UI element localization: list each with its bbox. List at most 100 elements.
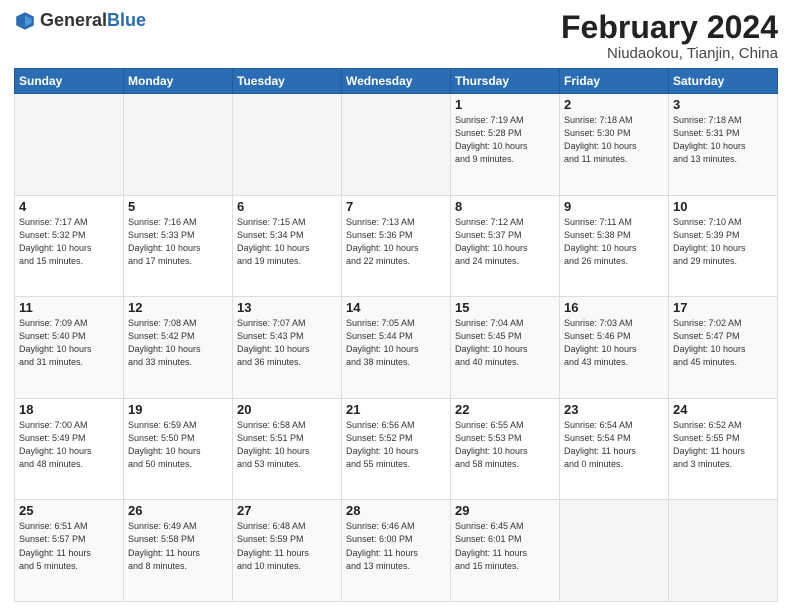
calendar-day: 22 Sunrise: 6:55 AM Sunset: 5:53 PM Dayli… [451,398,560,500]
month-title: February 2024 [561,10,778,45]
day-info: Sunrise: 7:11 AM Sunset: 5:38 PM Dayligh… [564,216,664,268]
calendar-day: 11Sunrise: 7:09 AM Sunset: 5:40 PM Dayli… [15,297,124,399]
calendar-day: 19 Sunrise: 6:59 AM Sunset: 5:50 PM Dayli… [124,398,233,500]
day-number: 21 [346,402,446,417]
calendar-day: 24 Sunrise: 6:52 AM Sunset: 5:55 PM Dayli… [669,398,778,500]
day-number: 13 [237,300,337,315]
day-info: Sunrise: 7:18 AM Sunset: 5:30 PM Dayligh… [564,114,664,166]
calendar-day: 18Sunrise: 7:00 AM Sunset: 5:49 PM Dayli… [15,398,124,500]
day-info: Sunrise: 6:56 AM Sunset: 5:52 PM Dayligh… [346,419,446,471]
day-info: Sunrise: 7:17 AM Sunset: 5:32 PM Dayligh… [19,216,119,268]
calendar-day: 25 Sunrise: 6:51 AM Sunset: 5:57 PM Dayli… [15,500,124,602]
day-number: 6 [237,199,337,214]
day-number: 1 [455,97,555,112]
day-header: Saturday [669,69,778,94]
calendar-week-row: 11Sunrise: 7:09 AM Sunset: 5:40 PM Dayli… [15,297,778,399]
day-info: Sunrise: 7:19 AM Sunset: 5:28 PM Dayligh… [455,114,555,166]
calendar-day: 9 Sunrise: 7:11 AM Sunset: 5:38 PM Daylig… [560,195,669,297]
calendar-day: 3Sunrise: 7:18 AM Sunset: 5:31 PM Daylig… [669,94,778,196]
calendar-day: 27Sunrise: 6:48 AM Sunset: 5:59 PM Dayli… [233,500,342,602]
logo-icon [14,10,36,32]
calendar-day: 15 Sunrise: 7:04 AM Sunset: 5:45 PM Dayli… [451,297,560,399]
day-info: Sunrise: 7:13 AM Sunset: 5:36 PM Dayligh… [346,216,446,268]
calendar-day-empty [560,500,669,602]
day-number: 15 [455,300,555,315]
calendar-day: 10 Sunrise: 7:10 AM Sunset: 5:39 PM Dayli… [669,195,778,297]
calendar-day: 8Sunrise: 7:12 AM Sunset: 5:37 PM Daylig… [451,195,560,297]
calendar-week-row: 18Sunrise: 7:00 AM Sunset: 5:49 PM Dayli… [15,398,778,500]
day-header: Friday [560,69,669,94]
calendar-day: 5 Sunrise: 7:16 AM Sunset: 5:33 PM Daylig… [124,195,233,297]
day-number: 9 [564,199,664,214]
day-header: Monday [124,69,233,94]
day-number: 20 [237,402,337,417]
day-number: 24 [673,402,773,417]
day-info: Sunrise: 6:48 AM Sunset: 5:59 PM Dayligh… [237,520,337,572]
day-number: 7 [346,199,446,214]
day-info: Sunrise: 7:04 AM Sunset: 5:45 PM Dayligh… [455,317,555,369]
calendar-day: 21 Sunrise: 6:56 AM Sunset: 5:52 PM Dayli… [342,398,451,500]
day-info: Sunrise: 6:52 AM Sunset: 5:55 PM Dayligh… [673,419,773,471]
calendar-day-empty [233,94,342,196]
day-header: Tuesday [233,69,342,94]
day-number: 18 [19,402,119,417]
day-number: 12 [128,300,228,315]
logo: GeneralBlue [14,10,146,32]
day-number: 28 [346,503,446,518]
calendar-header-row: SundayMondayTuesdayWednesdayThursdayFrid… [15,69,778,94]
day-info: Sunrise: 7:07 AM Sunset: 5:43 PM Dayligh… [237,317,337,369]
calendar-day: 23Sunrise: 6:54 AM Sunset: 5:54 PM Dayli… [560,398,669,500]
logo-text: GeneralBlue [40,11,146,31]
day-number: 14 [346,300,446,315]
calendar-week-row: 25 Sunrise: 6:51 AM Sunset: 5:57 PM Dayli… [15,500,778,602]
day-number: 25 [19,503,119,518]
day-number: 11 [19,300,119,315]
day-number: 2 [564,97,664,112]
day-info: Sunrise: 7:05 AM Sunset: 5:44 PM Dayligh… [346,317,446,369]
day-header: Sunday [15,69,124,94]
calendar-day: 14 Sunrise: 7:05 AM Sunset: 5:44 PM Dayli… [342,297,451,399]
calendar-day: 16 Sunrise: 7:03 AM Sunset: 5:46 PM Dayli… [560,297,669,399]
calendar-day: 4 Sunrise: 7:17 AM Sunset: 5:32 PM Daylig… [15,195,124,297]
page: GeneralBlue February 2024 Niudaokou, Tia… [0,0,792,612]
calendar-day: 26 Sunrise: 6:49 AM Sunset: 5:58 PM Dayli… [124,500,233,602]
day-info: Sunrise: 7:03 AM Sunset: 5:46 PM Dayligh… [564,317,664,369]
day-number: 4 [19,199,119,214]
day-info: Sunrise: 6:54 AM Sunset: 5:54 PM Dayligh… [564,419,664,471]
day-number: 16 [564,300,664,315]
calendar-day-empty [669,500,778,602]
calendar-day: 2 Sunrise: 7:18 AM Sunset: 5:30 PM Daylig… [560,94,669,196]
day-info: Sunrise: 6:46 AM Sunset: 6:00 PM Dayligh… [346,520,446,572]
day-info: Sunrise: 6:49 AM Sunset: 5:58 PM Dayligh… [128,520,228,572]
calendar-week-row: 4 Sunrise: 7:17 AM Sunset: 5:32 PM Daylig… [15,195,778,297]
day-number: 8 [455,199,555,214]
day-info: Sunrise: 6:59 AM Sunset: 5:50 PM Dayligh… [128,419,228,471]
day-info: Sunrise: 6:55 AM Sunset: 5:53 PM Dayligh… [455,419,555,471]
calendar-day: 6 Sunrise: 7:15 AM Sunset: 5:34 PM Daylig… [233,195,342,297]
day-number: 17 [673,300,773,315]
calendar-day: 17Sunrise: 7:02 AM Sunset: 5:47 PM Dayli… [669,297,778,399]
day-info: Sunrise: 7:16 AM Sunset: 5:33 PM Dayligh… [128,216,228,268]
day-info: Sunrise: 7:15 AM Sunset: 5:34 PM Dayligh… [237,216,337,268]
day-number: 5 [128,199,228,214]
title-block: February 2024 Niudaokou, Tianjin, China [561,10,778,62]
day-info: Sunrise: 6:58 AM Sunset: 5:51 PM Dayligh… [237,419,337,471]
header: GeneralBlue February 2024 Niudaokou, Tia… [14,10,778,62]
calendar-day-empty [15,94,124,196]
calendar-day: 28 Sunrise: 6:46 AM Sunset: 6:00 PM Dayli… [342,500,451,602]
day-number: 10 [673,199,773,214]
calendar-day: 7 Sunrise: 7:13 AM Sunset: 5:36 PM Daylig… [342,195,451,297]
day-info: Sunrise: 7:10 AM Sunset: 5:39 PM Dayligh… [673,216,773,268]
calendar-day: 13 Sunrise: 7:07 AM Sunset: 5:43 PM Dayli… [233,297,342,399]
day-number: 22 [455,402,555,417]
day-number: 19 [128,402,228,417]
calendar-day: 12Sunrise: 7:08 AM Sunset: 5:42 PM Dayli… [124,297,233,399]
day-header: Thursday [451,69,560,94]
day-info: Sunrise: 7:18 AM Sunset: 5:31 PM Dayligh… [673,114,773,166]
calendar-table: SundayMondayTuesdayWednesdayThursdayFrid… [14,68,778,602]
day-number: 26 [128,503,228,518]
calendar-week-row: 1 Sunrise: 7:19 AM Sunset: 5:28 PM Daylig… [15,94,778,196]
day-info: Sunrise: 6:51 AM Sunset: 5:57 PM Dayligh… [19,520,119,572]
subtitle: Niudaokou, Tianjin, China [561,45,778,62]
calendar-day-empty [124,94,233,196]
